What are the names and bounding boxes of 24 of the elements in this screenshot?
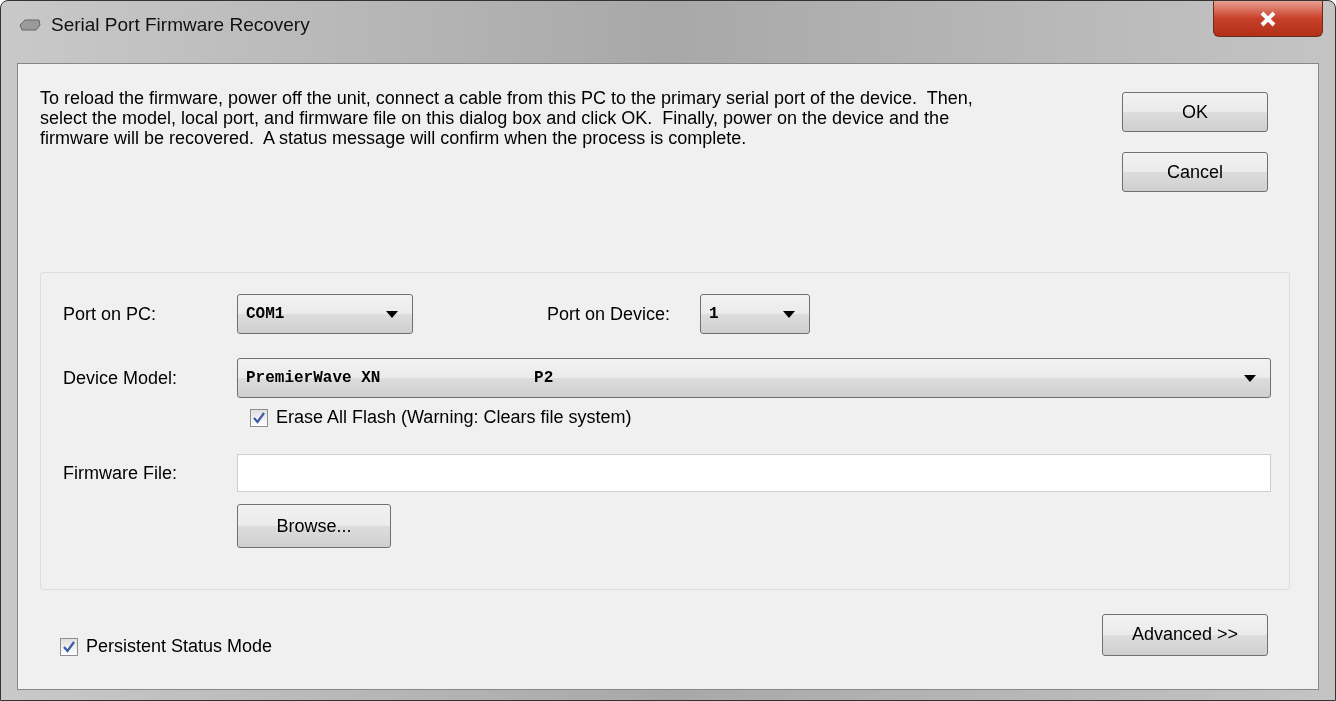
- port-on-device-label: Port on Device:: [547, 303, 671, 325]
- ok-button[interactable]: OK: [1122, 92, 1268, 132]
- firmware-file-label: Firmware File:: [63, 462, 178, 484]
- port-on-pc-dropdown[interactable]: COM1: [237, 294, 413, 334]
- device-model-dropdown[interactable]: PremierWave XN P2: [237, 358, 1271, 398]
- port-on-pc-label: Port on PC:: [63, 303, 158, 325]
- browse-button[interactable]: Browse...: [237, 504, 391, 548]
- persistent-status-checkbox[interactable]: [60, 637, 78, 656]
- window-title: Serial Port Firmware Recovery: [51, 14, 310, 36]
- instructions-text: To reload the firmware, power off the unit, connect a cable from this PC to the primary serial port of the device. Then, select the model, local port, and firmware file on this dialog box and click OK. Finally, power on the device and the firmware will be recovered. A status message will confirm when the process is complete.: [40, 88, 974, 150]
- erase-flash-label: Erase All Flash (Warning: Clears file system): [276, 407, 632, 428]
- firmware-file-field[interactable]: [237, 454, 1271, 492]
- caret-icon: [386, 310, 398, 318]
- device-model-label: Device Model:: [63, 367, 179, 389]
- persistent-status-label: Persistent Status Mode: [86, 636, 273, 657]
- advanced-button[interactable]: Advanced >>: [1102, 613, 1268, 656]
- close-button[interactable]: [1213, 1, 1323, 37]
- drive-icon: [19, 19, 41, 31]
- close-icon: [1259, 10, 1277, 27]
- erase-flash-checkbox[interactable]: [250, 408, 268, 427]
- caret-icon: [783, 310, 796, 318]
- port-on-device-dropdown[interactable]: 1: [700, 294, 811, 334]
- caret-icon: [1244, 374, 1256, 382]
- cancel-button[interactable]: Cancel: [1122, 152, 1268, 192]
